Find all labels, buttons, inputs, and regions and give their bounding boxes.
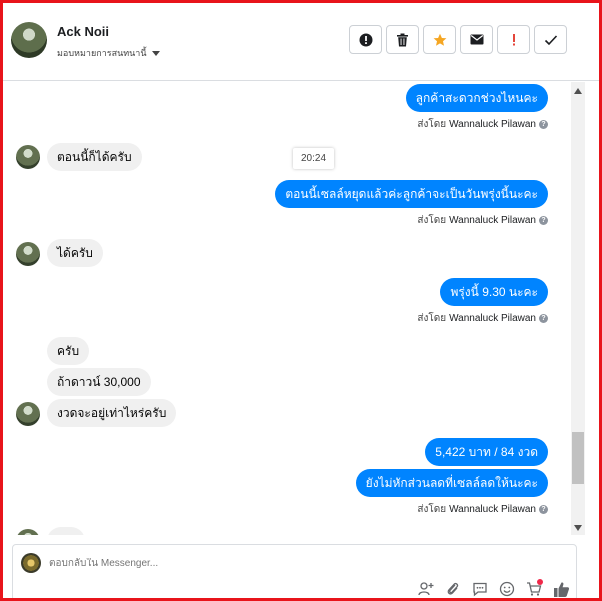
- incoming-message[interactable]: ถ้าดาวน์ 30,000: [47, 368, 151, 396]
- outgoing-message[interactable]: พรุ่งนี้ 9.30 นะคะ: [440, 278, 548, 306]
- sent-by-label: ส่งโดย Wannaluck Pilawan ?: [417, 311, 548, 326]
- emoji-icon: [499, 581, 515, 597]
- sent-by-name: Wannaluck Pilawan: [449, 504, 536, 515]
- contact-avatar-small[interactable]: [16, 242, 40, 266]
- trash-icon: [397, 33, 408, 46]
- sent-by-label: ส่งโดย Wannaluck Pilawan ?: [417, 213, 548, 228]
- assign-conversation-dropdown[interactable]: มอบหมายการสนทนานี้: [57, 46, 160, 60]
- sent-by-prefix: ส่งโดย: [417, 215, 447, 226]
- composer-toolbar: [417, 579, 570, 598]
- notification-dot: [537, 579, 543, 585]
- contact-avatar-small[interactable]: [16, 402, 40, 426]
- report-spam-button[interactable]: [349, 25, 382, 54]
- sent-by-name: Wannaluck Pilawan: [449, 119, 536, 130]
- delete-button[interactable]: [386, 25, 419, 54]
- incoming-message[interactable]: งวดจะอยู่เท่าไหร่ครับ: [47, 399, 177, 427]
- outgoing-message[interactable]: ยังไม่หักส่วนลดที่เซลล์ลดให้นะคะ: [355, 469, 548, 497]
- sent-by-prefix: ส่งโดย: [417, 119, 447, 130]
- incoming-message[interactable]: ได้ครับ: [47, 239, 103, 267]
- incoming-message-partial[interactable]: [47, 527, 85, 535]
- attachment-icon: [447, 582, 459, 595]
- conversation-header: Ack Noii มอบหมายการสนทนานี้: [3, 3, 599, 81]
- help-icon[interactable]: ?: [539, 314, 548, 323]
- sent-by-name: Wannaluck Pilawan: [449, 313, 536, 324]
- sent-by-label: ส่งโดย Wannaluck Pilawan ?: [417, 502, 548, 517]
- sent-by-label: ส่งโดย Wannaluck Pilawan ?: [417, 117, 548, 132]
- checkmark-icon: [544, 34, 557, 45]
- contact-avatar-small[interactable]: [16, 145, 40, 169]
- message-thread[interactable]: ลูกค้าสะดวกช่วงไหนคะ ส่งโดย Wannaluck Pi…: [3, 82, 571, 535]
- saved-replies-icon: [473, 582, 487, 597]
- attach-button[interactable]: [444, 580, 462, 598]
- incoming-message[interactable]: ตอนนี้ก็ได้ครับ: [47, 143, 142, 171]
- reply-input[interactable]: [49, 558, 449, 569]
- contact-name[interactable]: Ack Noii: [57, 24, 109, 39]
- messenger-panel: Ack Noii มอบหมายการสนทนานี้ ลูกค้าสะดวกช…: [0, 0, 602, 601]
- incoming-message[interactable]: ครับ: [47, 337, 90, 365]
- scroll-down-arrow-icon[interactable]: [574, 525, 582, 531]
- contact-avatar-small[interactable]: [16, 529, 40, 535]
- saved-replies-button[interactable]: [471, 580, 489, 598]
- assign-label: มอบหมายการสนทนานี้: [57, 48, 147, 58]
- reply-composer: [12, 544, 577, 598]
- scroll-up-arrow-icon[interactable]: [574, 88, 582, 94]
- help-icon[interactable]: ?: [539, 216, 548, 225]
- scroll-thumb[interactable]: [572, 432, 584, 484]
- envelope-icon: [470, 34, 483, 45]
- add-person-icon: [418, 582, 434, 596]
- sent-by-name: Wannaluck Pilawan: [449, 215, 536, 226]
- star-icon: [433, 33, 446, 46]
- message-timestamp-tooltip: 20:24: [293, 148, 335, 169]
- sent-by-prefix: ส่งโดย: [417, 504, 447, 515]
- page-avatar: [21, 553, 41, 573]
- star-button[interactable]: [423, 25, 456, 54]
- like-icon: [553, 581, 569, 597]
- exclamation-icon: [512, 33, 515, 45]
- mark-unread-button[interactable]: [460, 25, 493, 54]
- outgoing-message[interactable]: 5,422 บาท / 84 งวด: [425, 438, 548, 466]
- add-person-button[interactable]: [417, 580, 435, 598]
- outgoing-message[interactable]: ตอนนี้เซลล์หยุดแล้วค่ะลูกค้าจะเป็นวันพรุ…: [275, 180, 548, 208]
- caret-down-icon: [151, 50, 160, 56]
- exclamation-circle-icon: [359, 33, 372, 46]
- sent-by-prefix: ส่งโดย: [417, 313, 447, 324]
- follow-up-button[interactable]: [497, 25, 530, 54]
- header-actions: [349, 25, 567, 54]
- like-button[interactable]: [552, 580, 570, 598]
- help-icon[interactable]: ?: [539, 120, 548, 129]
- help-icon[interactable]: ?: [539, 505, 548, 514]
- contact-avatar[interactable]: [11, 22, 47, 58]
- outgoing-message[interactable]: ลูกค้าสะดวกช่วงไหนคะ: [405, 84, 548, 112]
- thread-scrollbar[interactable]: [571, 82, 585, 535]
- mark-done-button[interactable]: [534, 25, 567, 54]
- shop-button[interactable]: [525, 579, 543, 598]
- emoji-button[interactable]: [498, 580, 516, 598]
